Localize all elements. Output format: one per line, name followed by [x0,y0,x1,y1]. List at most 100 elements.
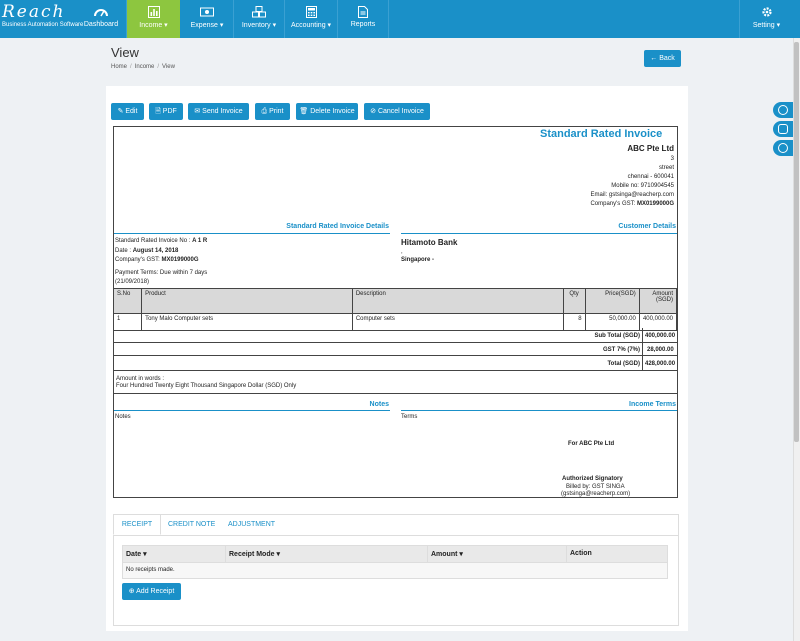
delete-invoice-button[interactable]: 🗑 Delete Invoice [296,103,358,120]
customer-name: Hitamoto Bank [401,238,458,247]
total-value: 428,000.00 [645,361,676,367]
sort-receipt-mode[interactable]: Receipt Mode ▾ [229,550,280,558]
dashboard-icon [94,9,108,17]
tab-credit-note[interactable]: CREDIT NOTE [168,521,215,528]
nav-divider [284,0,285,38]
column-divider [566,545,567,563]
company-mobile: Mobile no: 9710904545 [611,183,674,189]
company-city: chennai - 600041 [627,174,674,180]
brand-name: Reach [2,2,66,22]
no-receipts-message: No receipts made. [126,567,175,573]
gear-icon [761,7,772,17]
print-button[interactable]: ⎙ Print [255,103,290,120]
bar-chart-icon [147,6,160,18]
breadcrumb-home[interactable]: Home [111,64,127,70]
back-button[interactable]: ← Back [644,50,681,67]
calculator-icon [305,6,317,18]
trash-icon: 🗑 [299,108,311,115]
terms-label: Terms [401,414,418,420]
company-email: Email: gstsinga@reacherp.com [590,192,674,198]
cancel-invoice-button[interactable]: ⊘ Cancel Invoice [364,103,430,120]
billed-email: (gstsinga@reacherp.com) [561,491,631,497]
tab-receipt[interactable]: RECEIPT [113,514,161,535]
nav-divider [126,0,127,38]
money-icon [200,7,214,17]
brand-logo[interactable]: Reach Business Automation Software [2,2,84,35]
customer-address-line1: , [401,249,403,255]
nav-divider [337,0,338,38]
company-address-line2: street [658,165,674,171]
column-divider [225,545,226,563]
gst-row [113,343,677,356]
gst-value: 28,000.00 [647,347,674,353]
nav-reports[interactable]: Reports [338,0,388,38]
arrow-left-icon: ← [650,55,660,62]
details-divider [114,233,390,234]
col-amount: Amount (SGD) [638,288,678,314]
skype-icon[interactable] [773,102,793,118]
col-action: Action [570,550,592,557]
company-name: ABC Pte Ltd [627,144,674,153]
sort-date[interactable]: Date ▾ [126,550,147,558]
support-icon[interactable] [773,140,793,156]
company-gst: Company's GST: MX0199000G [590,201,674,207]
nav-setting[interactable]: Setting ▾ [740,0,793,38]
subtotal-row [113,328,677,343]
brand-tagline: Business Automation Software [2,22,84,28]
chat-icon[interactable] [773,121,793,137]
nav-inventory[interactable]: Inventory ▾ [234,0,284,38]
table-header-row: S.No Product Description Qty Price(SGD) … [112,288,678,314]
invoice-number: Standard Rated Invoice No : A 1 R [115,238,208,244]
nav-income[interactable]: Income ▾ [127,0,180,38]
col-product: Product [141,288,353,314]
sort-amount[interactable]: Amount ▾ [431,550,463,558]
envelope-icon: ✉ [194,108,203,115]
invoice-details-heading: Standard Rated Invoice Details [286,223,389,230]
ban-icon: ⊘ [370,108,378,115]
nav-expense[interactable]: Expense ▾ [181,0,233,38]
add-receipt-button[interactable]: ⊕ Add Receipt [122,583,181,600]
payment-terms: Payment Terms: Due within 7 days [115,270,208,276]
notes-divider [114,410,390,411]
scrollbar-thumb[interactable] [794,42,799,442]
invoice-doc-title: Standard Rated Invoice [540,128,663,140]
nav-divider [233,0,234,38]
payment-due-date: (21/09/2018) [115,279,150,285]
cubes-icon [252,6,266,18]
breadcrumb-view: View [162,64,175,70]
company-address-line1: 3 [670,156,674,162]
authorized-signatory: Authorized Signatory [562,476,623,482]
file-icon [358,6,368,18]
top-navbar: Reach Business Automation Software Dashb… [0,0,800,38]
nav-accounting[interactable]: Accounting ▾ [285,0,337,38]
column-divider [427,545,428,563]
notes-label: Notes [115,414,131,420]
receipts-empty-row [122,563,668,579]
notes-heading: Notes [369,401,389,408]
col-qty: Qty [562,288,586,314]
nav-divider [388,0,389,38]
subtotal-label: Sub Total (SGD) [594,333,640,339]
terms-divider [401,410,677,411]
customer-address-line2: Singapore - [401,257,435,263]
pdf-button[interactable]: 🗎 PDF [149,103,183,120]
words-divider [113,393,677,394]
invoice-company-gst: Company's GST: MX0199000G [115,257,199,263]
gst-label: GST 7% (7%) [602,347,640,353]
col-description: Description [351,288,564,314]
send-invoice-button[interactable]: ✉ Send Invoice [188,103,249,120]
customer-divider [401,233,677,234]
nav-dashboard[interactable]: Dashboard [76,0,126,38]
invoice-date: Date : August 14, 2018 [115,248,179,254]
breadcrumb-income[interactable]: Income [135,64,155,70]
edit-button[interactable]: ✎ Edit [111,103,144,120]
total-label: Total (SGD) [607,361,640,367]
total-row [113,356,677,371]
amount-in-words: Four Hundred Twenty Eight Thousand Singa… [116,383,297,389]
amount-in-words-label: Amount in words : [116,376,165,382]
invoice-items-table: S.No Product Description Qty Price(SGD) … [112,288,678,331]
customer-details-heading: Customer Details [618,223,676,230]
tab-adjustment[interactable]: ADJUSTMENT [228,521,275,528]
billed-by: Billed by: GST SINGA [566,484,625,490]
breadcrumb: Home / Income / View [111,64,175,70]
